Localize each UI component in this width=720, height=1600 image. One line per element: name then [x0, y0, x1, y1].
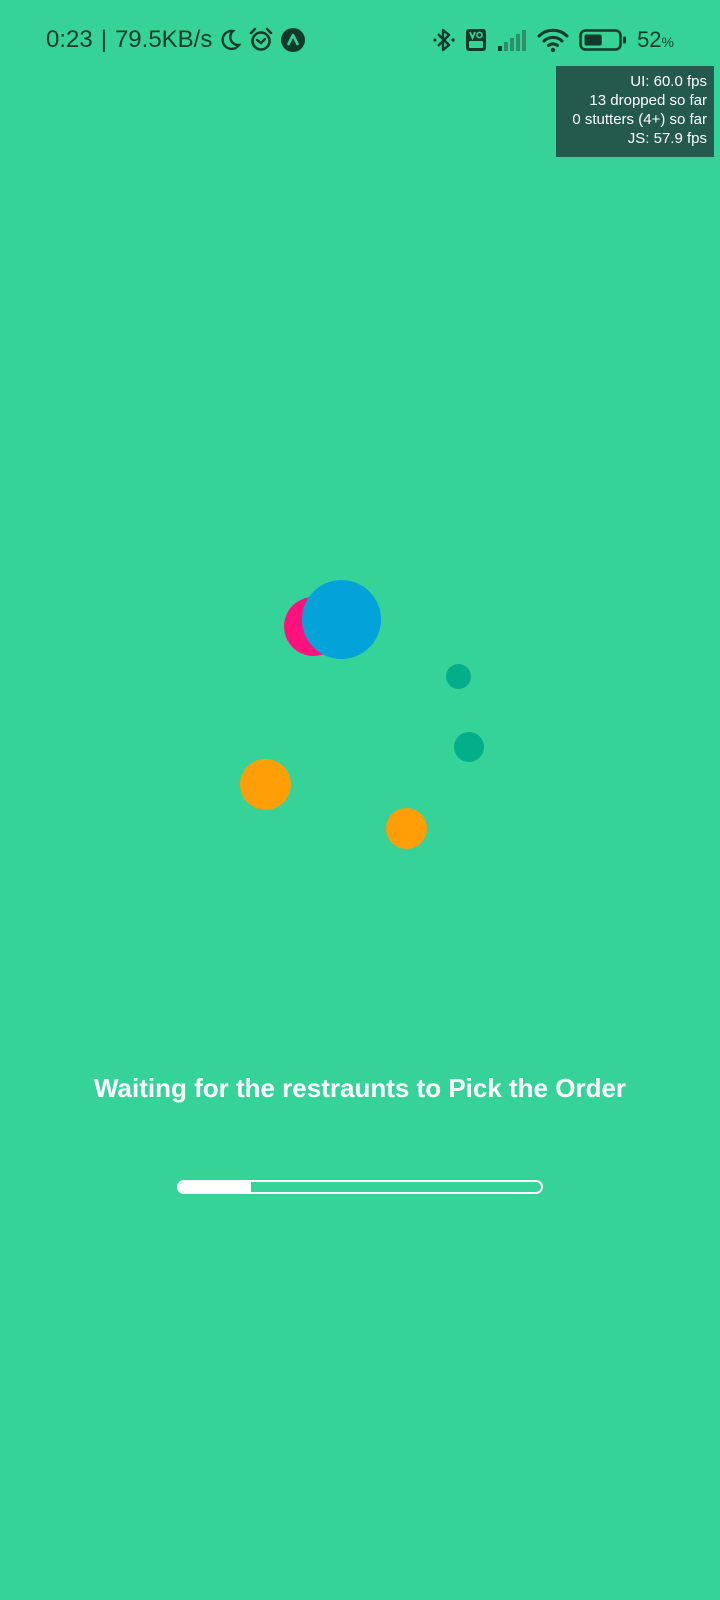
stutters: 0 stutters (4+) so far — [572, 111, 707, 128]
performance-monitor: UI: 60.0 fps 13 dropped so far 0 stutter… — [556, 66, 714, 157]
battery-percentage-value: 52 — [637, 27, 662, 52]
network-speed: 79.5KB/s — [114, 26, 213, 53]
status-separator: | — [100, 26, 107, 53]
progress-bar — [177, 1180, 543, 1194]
dropped-frames: 13 dropped so far — [589, 92, 707, 109]
status-right: 52% — [433, 24, 674, 56]
progress-bar-fill — [179, 1182, 252, 1192]
status-time: 0:23 — [46, 26, 93, 53]
battery-percentage-unit: % — [661, 34, 674, 50]
loading-dot-teal-small — [446, 664, 471, 689]
alarm-icon — [248, 27, 274, 53]
battery-level — [584, 34, 602, 46]
moon-icon — [218, 28, 242, 52]
waiting-message: Waiting for the restraunts to Pick the O… — [93, 1073, 627, 1103]
loading-dot-teal — [454, 732, 484, 762]
volte-icon — [465, 28, 487, 52]
loading-dot-orange-small — [386, 808, 427, 849]
bluetooth-icon — [433, 27, 455, 53]
order-waiting-screen: 0:23 | 79.5KB/s 52% UI: 60.0 fps 13 drop… — [0, 0, 720, 1600]
battery-percentage: 52% — [637, 27, 674, 53]
signal-icon — [497, 28, 527, 52]
js-fps: JS: 57.9 fps — [627, 130, 707, 147]
loading-dot-orange — [240, 759, 291, 810]
status-left: 0:23 | 79.5KB/s — [46, 24, 306, 56]
ui-fps: UI: 60.0 fps — [630, 73, 707, 90]
wifi-icon — [537, 27, 569, 53]
loading-dot-blue — [302, 580, 381, 659]
battery-icon — [579, 28, 627, 52]
app-notification-icon — [280, 27, 306, 53]
